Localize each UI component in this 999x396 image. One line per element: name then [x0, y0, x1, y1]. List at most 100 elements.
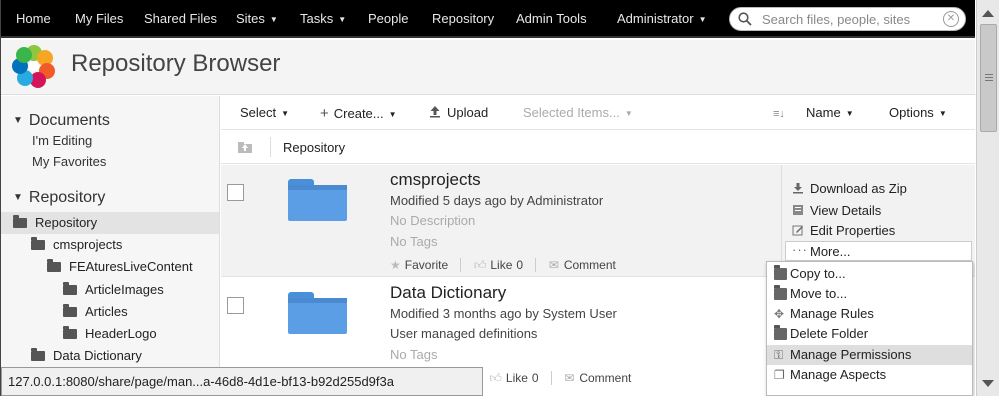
repository-section-toggle[interactable]: ▼ Repository	[13, 189, 105, 207]
copy-folder-icon	[774, 265, 787, 280]
nav-admin-tools[interactable]: Admin Tools	[516, 0, 587, 38]
like-button[interactable]: 👍︎ Like	[489, 371, 528, 385]
caret-down-icon: ▼	[938, 109, 947, 118]
view-details-action[interactable]: View Details	[792, 203, 881, 218]
tree-node-cmsprojects[interactable]: cmsprojects	[1, 234, 219, 256]
options-menu-button[interactable]: Options ▼	[889, 105, 947, 120]
tree-node-articleimages[interactable]: ArticleImages	[1, 279, 219, 301]
search-input[interactable]	[762, 10, 934, 28]
caret-down-icon: ▼	[388, 110, 397, 119]
item-tags: No Tags	[390, 347, 438, 362]
like-count: 0	[531, 371, 539, 385]
move-folder-icon	[774, 285, 787, 300]
ellipsis-icon: ···	[792, 242, 808, 257]
sort-descending-icon: ≡↓	[773, 108, 785, 120]
sidebar-link-my-favorites[interactable]: My Favorites	[32, 154, 106, 169]
item-modified-info: Modified 3 months ago by System User	[390, 306, 617, 321]
folder-thumbnail-icon[interactable]	[288, 179, 347, 221]
like-button[interactable]: 👍︎ Like	[474, 258, 513, 272]
tree-node-articles[interactable]: Articles	[1, 301, 219, 323]
nav-shared-files[interactable]: Shared Files	[144, 0, 217, 38]
item-social-actions: ★ Favorite 👍︎ Like 0 ✉ Comment	[390, 258, 616, 273]
top-navigation-bar: Home My Files Shared Files Sites ▼ Tasks ▼…	[1, 0, 975, 38]
sidebar-link-im-editing[interactable]: I'm Editing	[32, 133, 92, 148]
item-modified-info: Modified 5 days ago by Administrator	[390, 193, 604, 208]
documents-section-toggle[interactable]: ▼ Documents	[13, 112, 110, 130]
folder-icon	[63, 282, 77, 295]
select-checkbox[interactable]	[227, 297, 244, 314]
folder-icon	[31, 348, 45, 361]
item-name-link[interactable]: Data Dictionary	[390, 283, 506, 303]
comment-button[interactable]: ✉ Comment	[564, 371, 631, 385]
vertical-scrollbar[interactable]	[976, 0, 999, 396]
star-icon: ★	[390, 258, 401, 272]
item-description: No Description	[390, 213, 476, 228]
upload-icon	[430, 106, 440, 118]
item-tags: No Tags	[390, 234, 438, 249]
edit-properties-icon	[792, 225, 803, 236]
breadcrumb-item-repository[interactable]: Repository	[283, 140, 345, 155]
tree-node-headerlogo[interactable]: HeaderLogo	[1, 323, 219, 345]
view-details-icon	[793, 205, 803, 215]
like-count: 0	[516, 258, 524, 272]
page-header: Repository Browser	[1, 40, 975, 95]
tree-node-data-dictionary[interactable]: Data Dictionary	[1, 345, 219, 367]
separator	[460, 258, 462, 272]
comment-button[interactable]: ✉ Comment	[549, 258, 616, 272]
separator	[550, 371, 552, 385]
menu-item-delete-folder[interactable]: Delete Folder	[767, 324, 972, 344]
scroll-up-arrow-icon[interactable]	[982, 10, 994, 17]
select-menu-button[interactable]: Select ▼	[240, 105, 289, 120]
search-box: ✕	[729, 7, 966, 31]
menu-item-move-to[interactable]: Move to...	[767, 284, 972, 304]
nav-repository[interactable]: Repository	[432, 0, 494, 38]
document-toolbar: Select ▼ + Create... ▼ Upload Selected Item…	[221, 96, 975, 130]
caret-down-icon: ▼	[338, 15, 347, 24]
scroll-down-arrow-icon[interactable]	[982, 380, 994, 387]
menu-item-manage-aspects[interactable]: ❐ Manage Aspects	[767, 365, 972, 385]
nav-user-menu[interactable]: Administrator ▼	[617, 0, 707, 38]
menu-item-copy-to[interactable]: Copy to...	[767, 264, 972, 284]
folder-thumbnail-icon[interactable]	[288, 292, 347, 334]
nav-sites[interactable]: Sites ▼	[236, 0, 278, 38]
folder-icon	[63, 326, 77, 339]
thumbs-up-icon: 👍︎	[473, 258, 487, 272]
caret-down-icon: ▼	[845, 109, 854, 118]
sort-field-menu[interactable]: Name ▼	[806, 105, 854, 120]
menu-item-manage-rules[interactable]: ✥ Manage Rules	[767, 304, 972, 324]
tree-node-repository[interactable]: Repository	[1, 212, 219, 234]
folder-up-icon[interactable]	[238, 141, 252, 153]
download-icon	[793, 183, 803, 194]
search-icon	[738, 12, 752, 26]
page-title: Repository Browser	[71, 50, 281, 77]
sort-direction-button[interactable]: ≡↓	[773, 105, 785, 120]
tree-node-featureslivecontent[interactable]: FEAturesLiveContent	[1, 256, 219, 278]
triangle-down-icon: ▼	[13, 192, 23, 203]
clear-icon[interactable]: ✕	[943, 11, 959, 27]
plus-icon: +	[320, 105, 329, 122]
key-icon: ⚿	[774, 348, 784, 362]
nav-my-files[interactable]: My Files	[75, 0, 123, 38]
item-description: User managed definitions	[390, 326, 538, 341]
folder-icon	[31, 237, 45, 250]
more-actions-button[interactable]: ··· More...	[785, 241, 972, 261]
scrollbar-thumb[interactable]	[980, 24, 997, 132]
delete-folder-icon	[774, 325, 787, 340]
caret-down-icon: ▼	[269, 15, 278, 24]
menu-item-manage-permissions[interactable]: ⚿ Manage Permissions	[767, 345, 972, 365]
nav-people[interactable]: People	[368, 0, 408, 38]
item-name-link[interactable]: cmsprojects	[390, 170, 481, 190]
nav-home[interactable]: Home	[16, 0, 51, 38]
aspects-icon: ❐	[774, 368, 785, 382]
comment-icon: ✉	[564, 371, 575, 385]
select-checkbox[interactable]	[227, 184, 244, 201]
download-zip-action[interactable]: Download as Zip	[792, 181, 907, 196]
favorite-button[interactable]: ★ Favorite	[390, 258, 448, 272]
nav-tasks[interactable]: Tasks ▼	[300, 0, 346, 38]
separator	[535, 258, 537, 272]
edit-properties-action[interactable]: Edit Properties	[792, 223, 895, 238]
triangle-down-icon: ▼	[13, 115, 23, 126]
upload-button[interactable]: Upload	[429, 105, 488, 120]
create-menu-button[interactable]: + Create... ▼	[320, 105, 397, 122]
comment-icon: ✉	[548, 258, 559, 272]
